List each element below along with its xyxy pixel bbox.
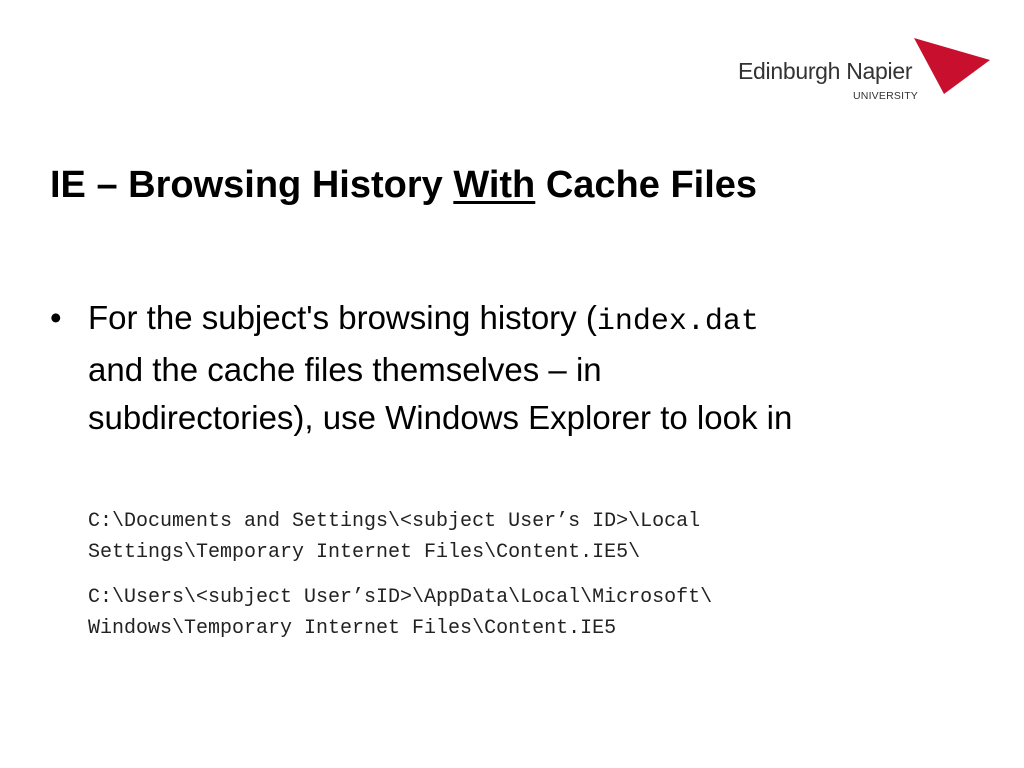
path-vista-line-1: C:\Users\<subject User’sID>\AppData\Loca… — [88, 586, 713, 609]
logo-flag-icon — [914, 38, 990, 94]
title-emphasis: With — [453, 164, 536, 206]
title-part-1: IE – Browsing History — [50, 164, 454, 206]
bullet-dot: • — [50, 299, 62, 336]
slide-title: IE – Browsing History With Cache Files — [50, 163, 757, 207]
bullet-item: • For the subject's browsing history (in… — [50, 294, 950, 442]
bullet-line-3: subdirectories), use Windows Explorer to… — [88, 399, 793, 436]
bullet-line-2: and the cache files themselves – in — [88, 351, 602, 388]
path-vista: C:\Users\<subject User’sID>\AppData\Loca… — [88, 582, 988, 644]
path-xp-line-2: Settings\Temporary Internet Files\Conten… — [88, 541, 641, 564]
bullet-text: For the subject's browsing history (inde… — [88, 294, 950, 442]
bullet-line-1: For the subject's browsing history (inde… — [88, 294, 950, 346]
logo-subtitle: UNIVERSITY — [853, 90, 919, 102]
title-part-2: Cache Files — [535, 164, 758, 206]
bullet-text-before: For the subject's browsing history ( — [88, 299, 597, 336]
path-xp: C:\Documents and Settings\<subject User’… — [88, 506, 988, 568]
path-xp-line-1: C:\Documents and Settings\<subject User’… — [88, 510, 701, 533]
bullet-code: index.dat — [596, 305, 759, 339]
path-vista-line-2: Windows\Temporary Internet Files\Content… — [88, 617, 617, 640]
university-logo: Edinburgh Napier UNIVERSITY — [736, 38, 990, 104]
logo-wordmark: Edinburgh Napier — [738, 58, 913, 84]
